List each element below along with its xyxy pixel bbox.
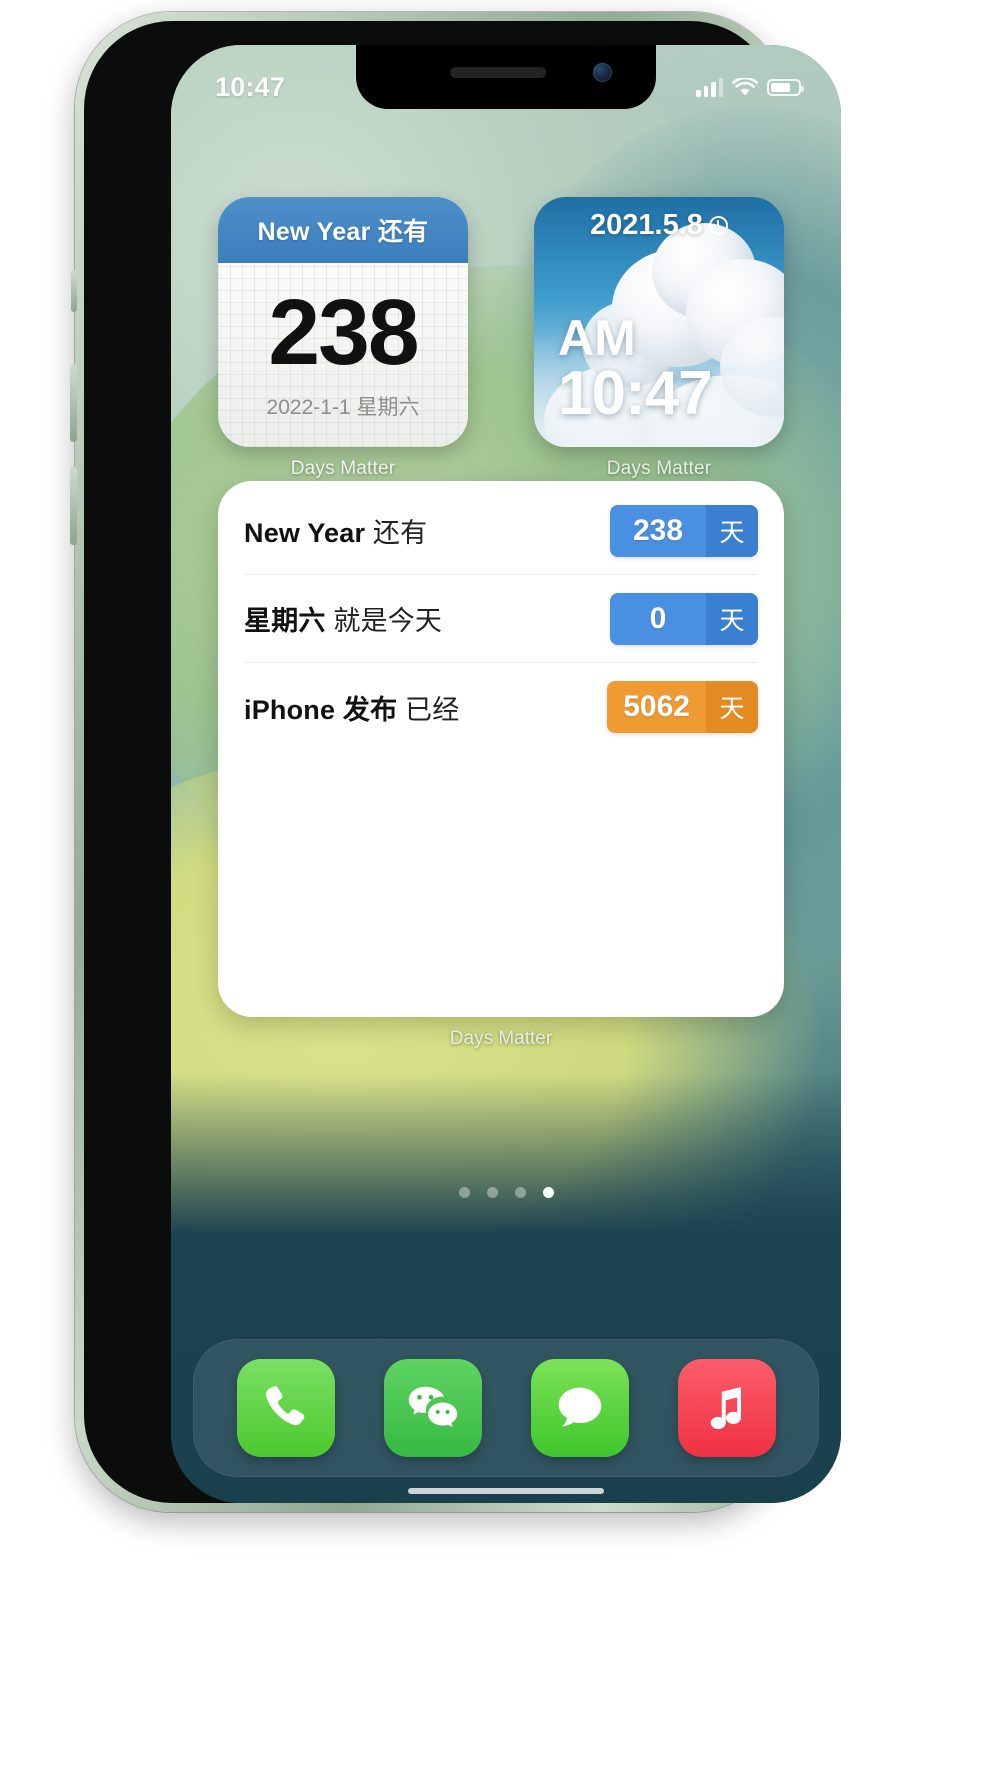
page-dot[interactable] — [514, 1187, 526, 1198]
clock-widget-app-label: Days Matter — [606, 458, 712, 479]
list-item-title: New Year 还有 — [244, 511, 427, 550]
notch — [356, 45, 656, 109]
days-matter-calendar-widget[interactable]: New Year 还有 238 2022-1-1 星期六 — [218, 197, 468, 447]
list-item-days-unit: 天 — [706, 504, 758, 557]
volume-down-button[interactable] — [70, 467, 77, 545]
list-widget-app-label: Days Matter — [449, 1028, 553, 1049]
status-badge: 5062 天 — [607, 681, 758, 733]
days-matter-photo-clock-widget[interactable]: 2021.5.8 AM 10:47 — [534, 197, 784, 447]
list-item-title-main: New Year — [244, 518, 366, 548]
list-item-title-sub: 还有 — [372, 518, 428, 548]
clock-widget-date: 2021.5.8 — [590, 208, 703, 241]
clock-widget-header: 2021.5.8 — [534, 197, 784, 253]
earpiece-speaker — [450, 67, 547, 78]
clock-icon — [708, 215, 728, 235]
widget-list-container[interactable]: New Year 还有 238 天 星期六 就是今天 0 天 iPhone 发布… — [218, 481, 784, 1050]
wechat-icon — [408, 1386, 457, 1428]
days-matter-list-widget[interactable]: New Year 还有 238 天 星期六 就是今天 0 天 iPhone 发布… — [218, 481, 784, 1017]
calendar-widget-app-label: Days Matter — [290, 458, 396, 479]
page-indicator[interactable] — [171, 1187, 841, 1198]
list-item-days-value: 238 — [610, 504, 706, 557]
widgets-area: New Year 还有 238 2022-1-1 星期六 Days Matter — [171, 45, 841, 1503]
calendar-widget-body: 238 2022-1-1 星期六 — [218, 263, 468, 447]
message-bubble-icon — [558, 1387, 601, 1427]
page-dot[interactable] — [486, 1187, 498, 1198]
list-item-title-sub: 就是今天 — [333, 606, 443, 636]
status-badge: 238 天 — [610, 504, 758, 557]
music-note-icon — [710, 1387, 741, 1430]
list-item-title-sub: 已经 — [405, 694, 460, 725]
silent-switch-button[interactable] — [71, 270, 77, 312]
widget-clock-container[interactable]: 2021.5.8 AM 10:47 Days Matter — [534, 197, 784, 480]
page-dot[interactable] — [458, 1187, 470, 1198]
calendar-days-count: 238 — [268, 280, 419, 385]
list-item-title: 星期六 就是今天 — [244, 599, 442, 638]
clock-ampm-label: AM — [558, 310, 636, 366]
list-item-days-unit: 天 — [706, 592, 758, 645]
list-item[interactable]: iPhone 发布 已经 5062 天 — [244, 663, 758, 751]
clock-time-label: 10:47 — [558, 359, 713, 428]
volume-up-button[interactable] — [70, 364, 77, 442]
list-item-days-unit: 天 — [706, 681, 758, 733]
phone-device-frame: 10:47 New Year 还有 238 2022-1-1 星期六 Days … — [70, 12, 841, 1512]
calendar-widget-header: New Year 还有 — [218, 197, 468, 263]
list-item-title-main: 星期六 — [244, 606, 326, 636]
list-item-title-main: iPhone 发布 — [244, 694, 398, 725]
status-bar-indicators — [696, 77, 804, 97]
list-item-title: iPhone 发布 已经 — [244, 688, 459, 727]
wifi-icon — [732, 77, 758, 97]
phone-screen[interactable]: 10:47 New Year 还有 238 2022-1-1 星期六 Days … — [171, 45, 841, 1503]
front-camera-icon — [593, 63, 612, 82]
phone-icon — [265, 1386, 304, 1426]
music-app-icon[interactable] — [677, 1359, 776, 1457]
cellular-signal-icon — [696, 77, 723, 97]
list-item[interactable]: New Year 还有 238 天 — [244, 487, 758, 575]
status-bar-time: 10:47 — [215, 71, 286, 102]
page-dot-active[interactable] — [542, 1187, 554, 1198]
calendar-target-date: 2022-1-1 星期六 — [266, 395, 420, 419]
list-item[interactable]: 星期六 就是今天 0 天 — [244, 575, 758, 663]
dock — [193, 1339, 819, 1477]
messages-app-icon[interactable] — [530, 1359, 629, 1457]
list-item-days-value: 5062 — [607, 681, 706, 733]
status-badge: 0 天 — [610, 592, 758, 645]
wechat-app-icon[interactable] — [383, 1359, 482, 1457]
phone-app-icon[interactable] — [236, 1359, 335, 1457]
list-item-days-value: 0 — [610, 592, 706, 645]
home-indicator[interactable] — [408, 1488, 604, 1494]
widget-calendar-container[interactable]: New Year 还有 238 2022-1-1 星期六 Days Matter — [218, 197, 468, 480]
battery-icon — [767, 78, 804, 96]
